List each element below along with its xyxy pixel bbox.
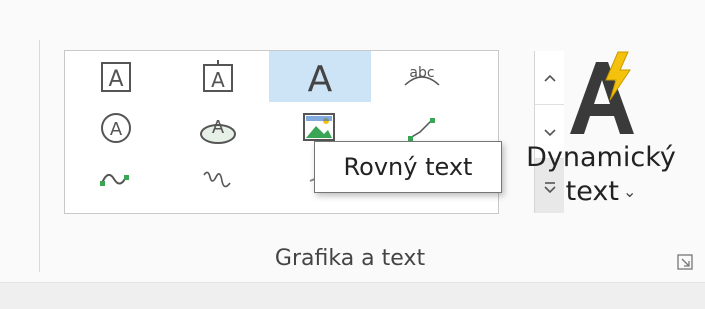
dynamic-text-label-line1: Dynamický (526, 142, 676, 173)
ribbon-bottom-band (0, 282, 705, 309)
text-box-icon: A (101, 61, 131, 92)
gallery-item-text-box[interactable]: A (65, 51, 167, 102)
wavy-text-icon (100, 173, 129, 186)
curved-sample-text: abc (409, 65, 434, 81)
straight-text-icon: A (308, 59, 333, 99)
letter-a: A (308, 59, 333, 99)
dynamic-text-icon (570, 51, 634, 134)
gallery-item-curved-text[interactable]: abc (371, 51, 473, 102)
dropdown-caret-icon: ⌄ (622, 182, 637, 201)
letter-a: A (108, 67, 123, 92)
gallery-item-stacked-text[interactable]: A (167, 51, 269, 102)
stacked-text-icon: A (203, 59, 233, 92)
freehand-text-icon (203, 171, 231, 187)
gallery-item-straight-text[interactable]: A (269, 51, 371, 102)
circle-text-icon: A (101, 112, 131, 143)
dynamic-text-label-text: text (565, 176, 619, 207)
group-label: Grafika a text (274, 246, 426, 271)
gallery-item-circle-text[interactable]: A (65, 102, 167, 153)
letter-a: A (110, 119, 123, 140)
ellipse-text-icon: A (200, 117, 236, 144)
letter-a: A (212, 117, 225, 138)
gallery-item-wavy-text[interactable] (65, 153, 167, 204)
dynamic-text-button[interactable]: Dynamický text ⌄ (516, 50, 686, 220)
dynamic-text-label-line2: text ⌄ (516, 176, 686, 207)
curved-text-icon: abc (404, 65, 440, 86)
dialog-launcher-icon[interactable] (677, 254, 693, 270)
group-separator (39, 40, 40, 272)
letter-a: A (211, 68, 225, 92)
tooltip: Rovný text (314, 141, 502, 193)
gallery-item-ellipse-text[interactable]: A (167, 102, 269, 153)
gallery-item-freehand-text[interactable] (167, 153, 269, 204)
